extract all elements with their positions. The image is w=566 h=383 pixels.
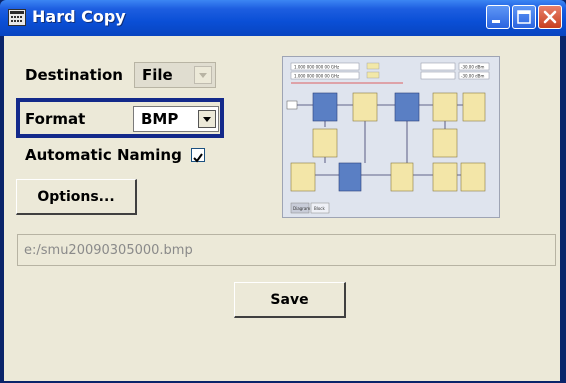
maximize-button[interactable] [512, 5, 536, 29]
format-value: BMP [141, 110, 179, 128]
hard-copy-window: Hard Copy Destination File Format BMP Au… [0, 0, 566, 383]
maximize-icon [517, 10, 531, 24]
destination-label: Destination [25, 66, 123, 84]
automatic-naming-checkbox[interactable] [191, 148, 205, 163]
format-select[interactable]: BMP [133, 106, 219, 132]
preview-freq-a: 1.000 000 000 00 GHz [294, 65, 339, 70]
chevron-down-icon [198, 110, 216, 128]
preview-tab-1: Diagram [293, 206, 310, 211]
file-path-field[interactable]: e:/smu20090305000.bmp [17, 234, 556, 266]
destination-select[interactable]: File [134, 62, 216, 88]
options-button[interactable]: Options... [16, 179, 137, 215]
automatic-naming-label: Automatic Naming [25, 146, 182, 164]
window-app-icon [8, 9, 26, 26]
preview-freq-b: 1.000 000 000 00 GHz [294, 74, 339, 79]
preview-level-b: -30.00 dBm [461, 74, 484, 79]
check-icon [193, 153, 203, 163]
preview-tab-2: Block [314, 206, 326, 211]
chevron-down-icon [194, 66, 212, 84]
format-label: Format [25, 110, 86, 128]
preview-thumbnail: 1.000 000 000 00 GHz 1.000 000 000 00 GH… [282, 56, 500, 218]
dialog-body: Destination File Format BMP Automatic Na… [4, 36, 560, 381]
close-button[interactable] [538, 5, 562, 29]
close-icon [543, 10, 557, 24]
window-title: Hard Copy [32, 7, 126, 26]
minimize-button[interactable] [486, 5, 510, 29]
minimize-icon [492, 20, 500, 23]
file-path-value: e:/smu20090305000.bmp [24, 243, 193, 258]
title-bar[interactable]: Hard Copy [0, 0, 566, 36]
destination-value: File [142, 66, 173, 84]
preview-level-a: -30.00 dBm [461, 65, 484, 70]
save-button[interactable]: Save [234, 282, 346, 318]
